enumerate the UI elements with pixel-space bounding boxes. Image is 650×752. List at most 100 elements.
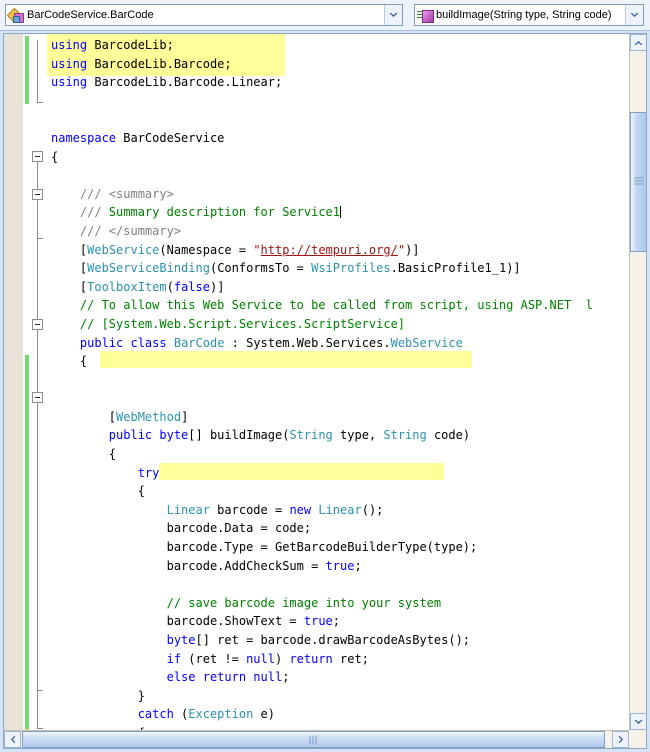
class-dropdown[interactable]: BarCodeService.BarCode <box>5 4 403 26</box>
code-surface[interactable]: using BarcodeLib; using BarcodeLib.Barcod… <box>47 34 629 730</box>
code-line[interactable]: // [System.Web.Script.Services.ScriptSer… <box>47 315 629 334</box>
code-line[interactable]: } <box>47 687 629 706</box>
code-token: Exception <box>188 707 254 722</box>
chevron-down-icon[interactable] <box>384 5 402 25</box>
code-token: ; <box>354 558 362 573</box>
horizontal-scrollbar[interactable] <box>4 730 646 748</box>
code-token: ret; <box>332 651 369 666</box>
code-text[interactable]: using BarcodeLib; using BarcodeLib.Barcod… <box>47 36 629 730</box>
code-line[interactable]: barcode.Type = GetBarcodeBuilderType(typ… <box>47 538 629 557</box>
code-line[interactable]: barcode.AddCheckSum = true; <box>47 557 629 576</box>
code-token: public byte <box>108 428 189 443</box>
code-token: else return null <box>166 670 283 685</box>
code-line[interactable]: using BarcodeLib.Barcode.Linear; <box>47 73 629 92</box>
code-line[interactable] <box>47 92 629 111</box>
chevron-left-icon[interactable] <box>4 731 21 748</box>
code-line[interactable] <box>47 575 629 594</box>
code-line[interactable]: if (ret != null) return ret; <box>47 650 629 669</box>
code-token: String <box>383 428 427 443</box>
code-line[interactable]: /// </summary> <box>47 222 629 241</box>
horizontal-scrollbar-thumb[interactable] <box>22 731 605 748</box>
code-line[interactable]: using BarcodeLib; <box>47 36 629 55</box>
outline-toggle-namespace[interactable] <box>32 151 43 162</box>
code-token: false <box>173 279 210 294</box>
code-token: : System.Web.Services. <box>224 335 391 350</box>
code-line[interactable]: { <box>47 482 629 501</box>
code-line[interactable]: catch (Exception e) <box>47 705 629 724</box>
code-token: return <box>289 651 333 666</box>
code-token: ] <box>181 409 189 424</box>
code-line[interactable]: /// Summary description for Service1 <box>47 203 629 222</box>
code-line[interactable]: // To allow this Web Service to be calle… <box>47 296 629 315</box>
chevron-down-icon[interactable] <box>625 5 643 25</box>
code-line[interactable]: [WebService(Namespace = "http://tempuri.… <box>47 241 629 260</box>
code-token: (ret != <box>181 651 247 666</box>
code-line[interactable]: byte[] ret = barcode.drawBarcodeAsBytes(… <box>47 631 629 650</box>
code-line[interactable]: using BarcodeLib.Barcode; <box>47 55 629 74</box>
chevron-up-icon[interactable] <box>630 34 646 51</box>
code-line[interactable]: Linear barcode = new Linear(); <box>47 501 629 520</box>
code-line[interactable]: { <box>47 724 629 730</box>
code-line[interactable]: /// <summary> <box>47 185 629 204</box>
code-token: Summary description for Service1 <box>108 205 340 220</box>
code-line[interactable]: try <box>47 464 629 483</box>
code-line[interactable]: [WebServiceBinding(ConformsTo = WsiProfi… <box>47 259 629 278</box>
outline-toggle-class[interactable] <box>32 319 43 330</box>
code-token: WebService <box>390 335 463 350</box>
outlining-margin[interactable] <box>30 34 46 730</box>
code-token: { <box>137 484 145 499</box>
code-token: } <box>137 688 145 703</box>
code-line[interactable]: barcode.Data = code; <box>47 519 629 538</box>
code-line[interactable]: namespace BarCodeService <box>47 129 629 148</box>
code-editor-body[interactable]: using BarcodeLib; using BarcodeLib.Barcod… <box>4 34 646 730</box>
code-line[interactable] <box>47 166 629 185</box>
code-line[interactable]: { <box>47 352 629 371</box>
class-dropdown-value: BarCodeService.BarCode <box>27 9 154 21</box>
code-line[interactable] <box>47 110 629 129</box>
code-token: true <box>325 558 355 573</box>
outline-toggle-method[interactable] <box>32 392 43 403</box>
vertical-scrollbar-thumb[interactable] <box>630 112 646 252</box>
outline-toggle-summary[interactable] <box>32 189 43 200</box>
code-line[interactable] <box>47 371 629 390</box>
code-line[interactable]: // save barcode image into your system <box>47 594 629 613</box>
code-token: { <box>108 447 117 462</box>
code-line[interactable]: { <box>47 148 629 167</box>
code-token: ( <box>173 707 189 722</box>
code-line[interactable] <box>47 389 629 408</box>
member-dropdown[interactable]: buildImage(String type, String code) <box>414 4 644 26</box>
code-line[interactable]: [ToolboxItem(false)] <box>47 278 629 297</box>
code-token: true <box>303 614 333 629</box>
code-line[interactable]: barcode.ShowText = true; <box>47 612 629 631</box>
code-token: barcode = <box>209 502 290 517</box>
code-line[interactable]: { <box>47 445 629 464</box>
indicator-margin[interactable] <box>4 34 24 730</box>
code-token: // To allow this Web Service to be calle… <box>79 298 593 313</box>
code-line[interactable]: public class BarCode : System.Web.Servic… <box>47 334 629 353</box>
code-token: http://tempuri.org/ <box>260 242 398 257</box>
outline-end-tick <box>37 102 43 103</box>
code-line[interactable]: public byte[] buildImage(String type, St… <box>47 426 629 445</box>
chevron-down-icon[interactable] <box>630 713 646 730</box>
method-icon <box>417 7 434 23</box>
vertical-scrollbar[interactable] <box>629 34 646 730</box>
code-line[interactable]: else return null; <box>47 668 629 687</box>
code-token: { <box>79 354 88 369</box>
code-token: ( <box>166 279 174 294</box>
chevron-right-icon[interactable] <box>612 731 629 748</box>
code-line[interactable]: [WebMethod] <box>47 408 629 427</box>
